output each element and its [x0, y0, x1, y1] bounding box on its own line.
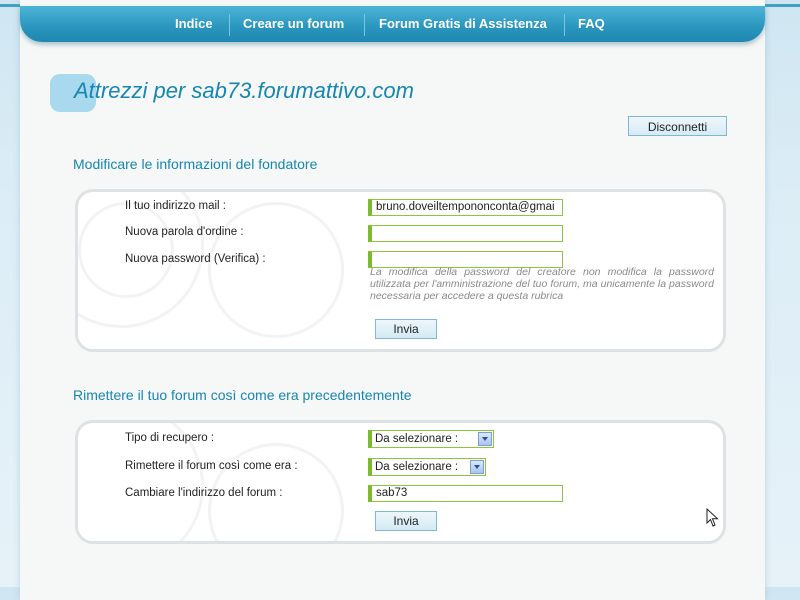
password-label: Nuova parola d'ordine :: [125, 226, 244, 238]
email-field[interactable]: bruno.doveiltempononconta@gmai: [368, 199, 563, 216]
background-swirl: [208, 202, 344, 338]
restore-panel: Tipo di recupero : Da selezionare : Rime…: [75, 420, 726, 544]
restore-select[interactable]: Da selezionare :: [368, 458, 486, 476]
founder-section-title: Modificare le informazioni del fondatore: [73, 156, 318, 172]
restore-value: Da selezionare :: [375, 461, 459, 473]
chevron-down-icon[interactable]: [478, 432, 492, 446]
nav-item-forum-assistenza[interactable]: Forum Gratis di Assistenza: [379, 16, 547, 31]
top-navbar: Indice Creare un forum Forum Gratis di A…: [20, 6, 765, 42]
password-field[interactable]: [368, 225, 563, 242]
address-label: Cambiare l'indirizzo del forum :: [125, 487, 283, 499]
founder-panel: Il tuo indirizzo mail : bruno.doveiltemp…: [75, 189, 726, 352]
password-verify-label: Nuova password (Verifica) :: [125, 253, 266, 265]
nav-separator: [364, 14, 365, 36]
nav-item-faq[interactable]: FAQ: [578, 16, 605, 31]
recovery-type-select[interactable]: Da selezionare :: [368, 430, 494, 448]
mouse-cursor-icon: [706, 508, 719, 527]
page-title: Attrezzi per sab73.forumattivo.com: [74, 78, 414, 103]
nav-item-creare-forum[interactable]: Creare un forum: [243, 16, 344, 31]
email-label: Il tuo indirizzo mail :: [125, 200, 226, 212]
founder-submit-button[interactable]: Invia: [375, 319, 437, 339]
password-note: La modifica della password del creatore …: [370, 266, 714, 302]
restore-submit-button[interactable]: Invia: [375, 511, 437, 531]
forum-address-field[interactable]: sab73: [368, 485, 563, 502]
nav-item-indice[interactable]: Indice: [175, 16, 213, 31]
nav-separator: [229, 14, 230, 36]
recovery-type-value: Da selezionare :: [375, 433, 459, 445]
nav-separator: [564, 14, 565, 36]
restore-section-title: Rimettere il tuo forum così come era pre…: [73, 387, 412, 403]
chevron-down-icon[interactable]: [470, 460, 484, 474]
recovery-type-label: Tipo di recupero :: [125, 432, 215, 444]
background-swirl: [78, 202, 174, 298]
restore-label: Rimettere il forum così come era :: [125, 460, 298, 472]
disconnect-button[interactable]: Disconnetti: [628, 116, 727, 136]
